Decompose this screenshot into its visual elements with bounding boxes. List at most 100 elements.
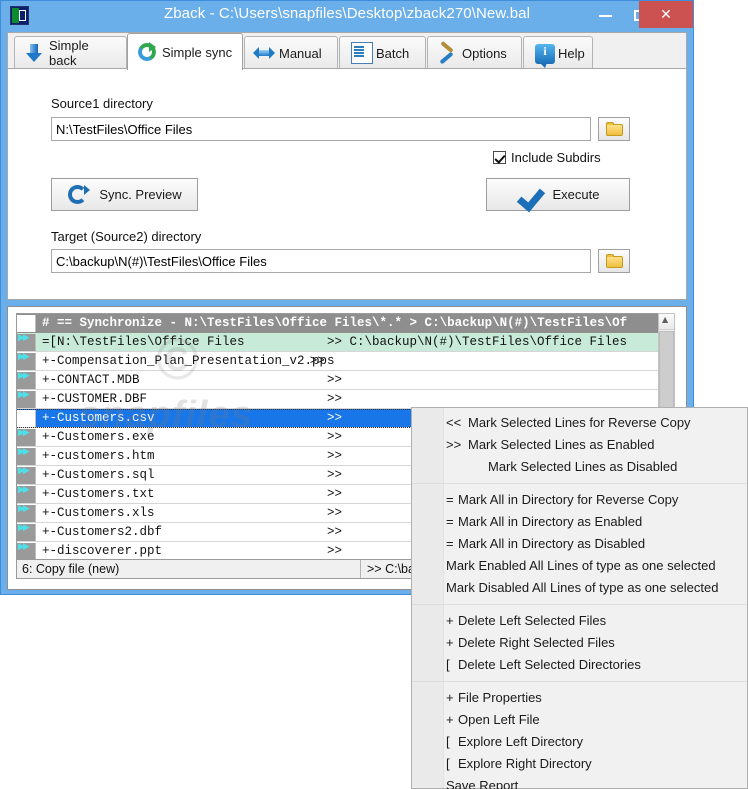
menu-item-label: Explore Right Directory bbox=[458, 756, 592, 771]
menu-item[interactable]: + File Properties bbox=[412, 687, 747, 709]
copy-direction-marker-icon[interactable] bbox=[17, 504, 36, 522]
target-directory-input[interactable] bbox=[51, 249, 591, 273]
tab-strip: Simple back Simple sync Manual Batch Opt… bbox=[7, 32, 687, 70]
title-bar: Zback - C:\Users\snapfiles\Desktop\zback… bbox=[1, 1, 693, 30]
menu-item-label: Mark Disabled All Lines of type as one s… bbox=[446, 580, 719, 595]
row-right-text: >> bbox=[327, 468, 343, 482]
table-row[interactable]: =[N:\TestFiles\Office Files>> C:\backup\… bbox=[17, 333, 668, 352]
tab-batch[interactable]: Batch bbox=[339, 36, 426, 69]
copy-direction-marker-icon[interactable] bbox=[17, 542, 36, 560]
table-row[interactable]: +-CONTACT.MDB >> bbox=[17, 371, 668, 390]
copy-direction-marker-icon[interactable] bbox=[17, 523, 36, 541]
minimize-icon bbox=[599, 15, 612, 17]
copy-direction-marker-icon[interactable] bbox=[17, 466, 36, 484]
include-subdirs-label: Include Subdirs bbox=[511, 150, 601, 165]
menu-item[interactable]: Mark Enabled All Lines of type as one se… bbox=[412, 555, 747, 577]
menu-separator bbox=[412, 604, 747, 605]
tab-help[interactable]: i Help bbox=[523, 36, 593, 69]
menu-item-label: Mark Selected Lines as Enabled bbox=[468, 437, 655, 452]
menu-item-prefix: = bbox=[446, 492, 454, 507]
copy-direction-marker-icon[interactable] bbox=[17, 333, 36, 351]
row-right-text: >> bbox=[327, 506, 343, 520]
down-arrow-icon bbox=[24, 43, 44, 63]
menu-item-prefix: + bbox=[446, 635, 454, 650]
scroll-up-arrow-icon[interactable] bbox=[659, 314, 674, 330]
menu-item-prefix: = bbox=[446, 514, 454, 529]
menu-separator bbox=[412, 681, 747, 682]
menu-item-label: File Properties bbox=[458, 690, 542, 705]
execute-button[interactable]: Execute bbox=[486, 178, 630, 211]
menu-item-label: Mark Selected Lines as Disabled bbox=[488, 459, 678, 474]
sync-circular-arrow-icon bbox=[67, 184, 91, 206]
menu-item[interactable]: = Mark All in Directory as Disabled bbox=[412, 533, 747, 555]
source1-browse-button[interactable] bbox=[598, 117, 630, 141]
row-right-text: >> bbox=[327, 525, 343, 539]
row-left-text: +-Compensation_Plan_Presentation_v2.pps bbox=[42, 354, 335, 368]
menu-item[interactable]: Save Report bbox=[412, 775, 747, 789]
copy-direction-marker-icon[interactable] bbox=[17, 390, 36, 408]
menu-item-label: Delete Left Selected Files bbox=[458, 613, 607, 628]
left-right-arrow-icon bbox=[253, 43, 275, 63]
row-left-text: +-CONTACT.MDB bbox=[42, 373, 140, 387]
menu-item[interactable]: Mark Selected Lines as Disabled bbox=[412, 456, 747, 478]
close-button[interactable]: ✕ bbox=[639, 1, 693, 28]
menu-item-label: Mark All in Directory for Reverse Copy bbox=[458, 492, 679, 507]
menu-item[interactable]: << Mark Selected Lines for Reverse Copy bbox=[412, 412, 747, 434]
menu-item[interactable]: Mark Disabled All Lines of type as one s… bbox=[412, 577, 747, 599]
menu-item-label: Delete Right Selected Files bbox=[458, 635, 615, 650]
menu-item-prefix: << bbox=[446, 415, 462, 430]
menu-item[interactable]: >> Mark Selected Lines as Enabled bbox=[412, 434, 747, 456]
menu-item[interactable]: + Delete Left Selected Files bbox=[412, 610, 747, 632]
context-menu[interactable]: << Mark Selected Lines for Reverse Copy >>… bbox=[411, 407, 748, 789]
menu-item-prefix: = bbox=[446, 536, 454, 551]
row-right-text: >> bbox=[327, 373, 343, 387]
sync-form-panel: Source1 directory Include Subdirs Sync. … bbox=[7, 68, 687, 300]
status-left-text: 6: Copy file (new) bbox=[22, 562, 120, 576]
tab-label: Simple back bbox=[49, 38, 89, 68]
target-browse-button[interactable] bbox=[598, 249, 630, 273]
copy-direction-marker-icon[interactable] bbox=[17, 352, 36, 370]
row-marker[interactable] bbox=[17, 409, 36, 427]
copy-direction-marker-icon[interactable] bbox=[17, 428, 36, 446]
include-subdirs-checkbox[interactable]: Include Subdirs bbox=[493, 150, 601, 165]
menu-item-label: Mark Enabled All Lines of type as one se… bbox=[446, 558, 716, 573]
menu-item[interactable]: [Delete Left Selected Directories bbox=[412, 654, 747, 676]
tab-simple-back[interactable]: Simple back bbox=[14, 36, 127, 69]
menu-item-prefix: [ bbox=[446, 734, 450, 749]
menu-item[interactable]: [ Explore Left Directory bbox=[412, 731, 747, 753]
tab-label: Manual bbox=[279, 45, 322, 61]
copy-direction-marker-icon[interactable] bbox=[17, 485, 36, 503]
menu-separator bbox=[412, 483, 747, 484]
screenshot-root: Zback - C:\Users\snapfiles\Desktop\zback… bbox=[0, 0, 748, 789]
tab-label: Help bbox=[558, 45, 585, 61]
sync-preview-button[interactable]: Sync. Preview bbox=[51, 178, 198, 211]
tab-simple-sync[interactable]: Simple sync bbox=[127, 33, 243, 70]
tab-manual[interactable]: Manual bbox=[244, 36, 338, 69]
list-header-row[interactable]: # == Synchronize - N:\TestFiles\Office F… bbox=[17, 314, 668, 333]
row-right-text: >> bbox=[327, 487, 343, 501]
source1-directory-input[interactable] bbox=[51, 117, 591, 141]
menu-item[interactable]: = Mark All in Directory as Enabled bbox=[412, 511, 747, 533]
folder-open-icon bbox=[606, 254, 623, 268]
checkbox-icon bbox=[493, 151, 506, 164]
execute-label: Execute bbox=[552, 187, 600, 202]
menu-item-prefix: + bbox=[446, 613, 454, 628]
menu-item-label: Mark All in Directory as Enabled bbox=[458, 514, 643, 529]
table-row[interactable]: +-Compensation_Plan_Presentation_v2.pps>… bbox=[17, 352, 668, 371]
menu-item-label: Save Report bbox=[446, 778, 519, 789]
menu-item[interactable]: + Delete Right Selected Files bbox=[412, 632, 747, 654]
copy-direction-marker-icon[interactable] bbox=[17, 371, 36, 389]
row-marker[interactable] bbox=[17, 314, 36, 332]
menu-item[interactable]: = Mark All in Directory for Reverse Copy bbox=[412, 489, 747, 511]
copy-direction-marker-icon[interactable] bbox=[17, 447, 36, 465]
folder-open-icon bbox=[606, 122, 623, 136]
menu-item-label: Explore Left Directory bbox=[458, 734, 583, 749]
menu-item-label: Delete Left Selected Directories bbox=[458, 657, 641, 672]
row-right-text: >> bbox=[309, 354, 325, 368]
menu-item[interactable]: + Open Left File bbox=[412, 709, 747, 731]
menu-item-prefix: + bbox=[446, 712, 454, 727]
row-right-text: >> C:\backup\N(#)\TestFiles\Office Files bbox=[327, 335, 628, 349]
tab-label: Options bbox=[462, 45, 507, 61]
tab-options[interactable]: Options bbox=[427, 36, 522, 69]
menu-item[interactable]: [Explore Right Directory bbox=[412, 753, 747, 775]
